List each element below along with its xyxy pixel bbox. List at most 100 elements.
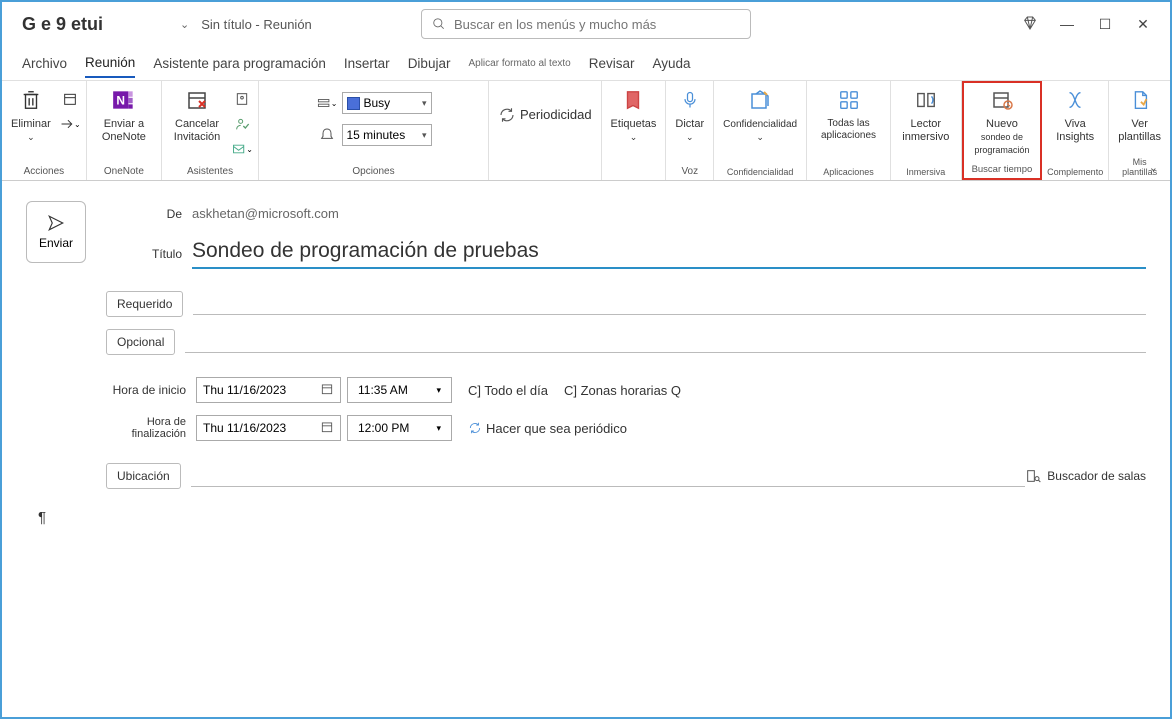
group-acciones-label: Acciones	[24, 163, 65, 180]
response-options-icon[interactable]: ⌄	[231, 138, 253, 160]
search-input[interactable]	[454, 17, 740, 32]
periodicidad-label: Periodicidad	[520, 107, 592, 123]
location-field[interactable]	[191, 465, 1026, 487]
start-time-value: 11:35 AM	[358, 383, 408, 397]
enviar-button[interactable]: Enviar	[26, 201, 86, 263]
hora-inicio-label: Hora de inicio	[106, 383, 196, 397]
show-as-icon[interactable]: ⌄	[316, 92, 338, 114]
hacer-periodico-button[interactable]: Hacer que sea periódico	[468, 421, 627, 436]
recurrence-icon	[468, 421, 482, 435]
group-complemento-label: Complemento	[1047, 164, 1103, 180]
cancelar-invitacion-button[interactable]: Cancelar Invitación	[167, 84, 227, 154]
todas-aplicaciones-label: Todas las aplicaciones	[816, 118, 881, 142]
end-time-value: 12:00 PM	[358, 421, 409, 435]
periodico-label: Hacer que sea periódico	[486, 421, 627, 436]
hora-fin-label: Hora de finalización	[106, 416, 196, 440]
calendar-small-icon[interactable]	[59, 88, 81, 110]
app-title: G e 9 etui	[10, 14, 180, 35]
quick-access-caret[interactable]: ⌄	[180, 18, 189, 31]
tab-ayuda[interactable]: Ayuda	[653, 50, 691, 77]
confidencialidad-label: Confidencialidad	[723, 119, 797, 130]
tab-reunion[interactable]: Reunión	[85, 49, 135, 78]
buscador-salas-label: Buscador de salas	[1047, 469, 1146, 483]
from-value[interactable]: askhetan@microsoft.com	[192, 206, 1146, 222]
requerido-button[interactable]: Requerido	[106, 291, 183, 317]
maximize-button[interactable]: ☐	[1098, 16, 1112, 33]
lector-inmersivo-label: Lector inmersivo	[900, 118, 952, 144]
end-time-combo[interactable]: 12:00 PM ▾	[347, 415, 452, 441]
viva-insights-label: Viva Insights	[1051, 118, 1099, 144]
group-asistentes-label: Asistentes	[187, 163, 233, 180]
end-date-combo[interactable]: Thu 11/16/2023	[196, 415, 341, 441]
search-icon	[432, 17, 446, 31]
enviar-onenote-button[interactable]: N Enviar a OneNote	[92, 84, 156, 154]
ver-plantillas-label: Ver plantillas	[1118, 118, 1161, 144]
eliminar-label: Eliminar	[11, 118, 51, 130]
calendar-icon	[320, 420, 334, 437]
start-date-combo[interactable]: Thu 11/16/2023	[196, 377, 341, 403]
ubicacion-button[interactable]: Ubicación	[106, 463, 181, 489]
calendar-icon	[320, 382, 334, 399]
reminder-combo[interactable]: 15 minutes▾	[342, 124, 432, 146]
start-time-combo[interactable]: 11:35 AM ▾	[347, 377, 452, 403]
cancelar-invitacion-label: Cancelar Invitación	[171, 118, 223, 144]
required-field[interactable]	[193, 293, 1146, 315]
premium-icon[interactable]	[1022, 15, 1036, 34]
nuevo-sondeo-label1: Nuevo	[986, 118, 1018, 130]
group-onenote-label: OneNote	[104, 163, 144, 180]
de-label: De	[106, 207, 192, 221]
group-confidencialidad-label: Confidencialidad	[727, 164, 794, 180]
forward-small-icon[interactable]: ⌄	[59, 113, 81, 135]
opcional-button[interactable]: Opcional	[106, 329, 175, 355]
room-finder-icon	[1025, 468, 1041, 484]
optional-field[interactable]	[185, 331, 1146, 353]
eliminar-button[interactable]: Eliminar ⌄	[7, 84, 55, 154]
group-voz-label: Voz	[681, 163, 698, 180]
enviar-label: Enviar	[39, 236, 73, 250]
tab-formato[interactable]: Aplicar formato al texto	[468, 52, 570, 75]
document-title: Sin título - Reunión	[201, 17, 312, 32]
zonas-horarias-checkbox[interactable]: C] Zonas horarias Q	[564, 383, 681, 398]
search-box[interactable]	[421, 9, 751, 39]
tab-archivo[interactable]: Archivo	[22, 50, 67, 77]
ver-plantillas-button[interactable]: Ver plantillas	[1114, 84, 1165, 154]
etiquetas-button[interactable]: Etiquetas⌄	[607, 84, 661, 154]
nuevo-sondeo-button[interactable]: Nuevo sondeo de programación	[966, 84, 1038, 160]
periodicidad-button[interactable]: Periodicidad	[494, 104, 596, 126]
tab-asistente[interactable]: Asistente para programación	[153, 50, 326, 77]
minimize-button[interactable]: —	[1060, 16, 1074, 32]
lector-inmersivo-button[interactable]: Lector inmersivo	[896, 84, 956, 154]
collapse-ribbon-icon[interactable]: ⌄	[1149, 161, 1158, 174]
recurrence-icon	[498, 106, 516, 124]
todas-aplicaciones-button[interactable]: Todas las aplicaciones	[812, 84, 885, 154]
group-aplicaciones-label: Aplicaciones	[823, 164, 874, 180]
group-opciones-label: Opciones	[352, 163, 394, 180]
buscador-salas-button[interactable]: Buscador de salas	[1025, 468, 1146, 484]
nuevo-sondeo-label2: sondeo de programación	[974, 132, 1029, 155]
tab-revisar[interactable]: Revisar	[589, 50, 635, 77]
end-date-value: Thu 11/16/2023	[203, 421, 286, 435]
svg-text:N: N	[116, 93, 125, 107]
group-inmersiva-label: Inmersiva	[906, 164, 945, 180]
group-buscartiempo-label: Buscar tiempo	[972, 161, 1033, 178]
titulo-label: Título	[106, 247, 192, 261]
show-as-value: Busy	[364, 96, 391, 110]
enviar-onenote-label: Enviar a OneNote	[96, 118, 152, 144]
todo-dia-checkbox[interactable]: C] Todo el día	[468, 383, 548, 398]
address-book-icon[interactable]	[231, 88, 253, 110]
dictar-button[interactable]: Dictar⌄	[671, 84, 708, 154]
confidencialidad-button[interactable]: Confidencialidad⌄	[719, 84, 801, 154]
paragraph-mark: ¶	[26, 495, 1146, 540]
check-names-icon[interactable]	[231, 113, 253, 135]
viva-insights-button[interactable]: Viva Insights	[1047, 84, 1103, 154]
reminder-icon[interactable]	[316, 124, 338, 146]
etiquetas-label: Etiquetas	[611, 118, 657, 130]
reminder-value: 15 minutes	[347, 128, 406, 142]
send-icon	[45, 214, 67, 232]
title-input[interactable]: Sondeo de programación de pruebas	[192, 239, 1146, 269]
show-as-combo[interactable]: Busy▾	[342, 92, 432, 114]
close-button[interactable]: ✕	[1136, 16, 1150, 33]
tab-insertar[interactable]: Insertar	[344, 50, 390, 77]
tab-dibujar[interactable]: Dibujar	[408, 50, 451, 77]
start-date-value: Thu 11/16/2023	[203, 383, 286, 397]
